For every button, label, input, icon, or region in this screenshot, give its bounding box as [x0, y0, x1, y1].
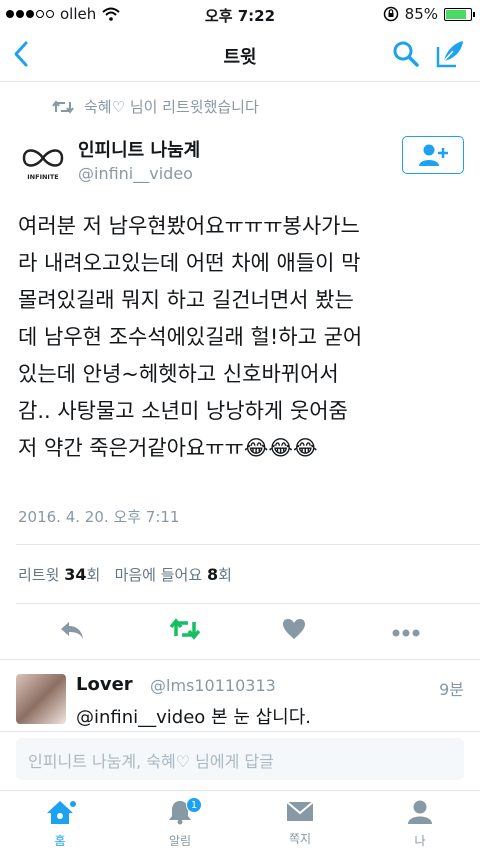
- reply-author-name[interactable]: Lover: [76, 674, 133, 695]
- heart-icon: [283, 619, 305, 639]
- notification-badge: 1: [186, 797, 202, 813]
- tweet-line: 라 내려오고있는데 어떤 차에 애들이 막: [18, 251, 361, 275]
- retweet-icon: [169, 618, 201, 640]
- like-stat-label: 마음에 들어요: [114, 566, 203, 584]
- tab-label: 홈: [54, 834, 66, 848]
- envelope-icon: [286, 801, 314, 821]
- home-unread-dot: [70, 801, 76, 807]
- tab-label: 쪽지: [288, 832, 312, 846]
- like-button[interactable]: [282, 618, 306, 644]
- tweet-line: 데 남우현 조수석에있길래 헐!하고 굳어: [18, 325, 363, 349]
- retweet-button[interactable]: [169, 618, 201, 644]
- tweet-line: 저 약간 죽은거같아요ㅠㅠ: [18, 436, 244, 460]
- more-button[interactable]: [392, 622, 420, 641]
- svg-text:INFINITE: INFINITE: [27, 173, 58, 181]
- reply-item[interactable]: Lover @lms10110313 9분 @infini__video 본 눈…: [0, 660, 480, 732]
- like-stat[interactable]: 마음에 들어요 8회: [114, 565, 232, 584]
- tweet-date: 2016. 4. 20. 오후 7:11: [18, 508, 180, 526]
- tweet-line: 감.. 사탕물고 소년미 낭낭하게 웃어줌: [18, 399, 348, 423]
- tab-me[interactable]: 나: [380, 799, 460, 849]
- battery-percent: 85%: [404, 5, 438, 23]
- nav-bar: 트윗: [0, 28, 480, 82]
- like-count: 8: [206, 565, 219, 584]
- follow-button[interactable]: [402, 136, 464, 174]
- tweet-line-last: 저 약간 죽은거같아요ㅠㅠ😂😂😂: [18, 430, 466, 467]
- emoji-group: 😂😂😂: [243, 436, 318, 460]
- tab-notifications[interactable]: 1 알림: [140, 797, 220, 849]
- tweet-actions: [0, 604, 480, 658]
- tweet-stats: 리트윗 34회 마음에 들어요 8회: [18, 564, 232, 585]
- author-name[interactable]: 인피니트 나눔계: [78, 136, 200, 162]
- add-user-icon: [419, 144, 448, 166]
- tab-messages[interactable]: 쪽지: [260, 799, 340, 847]
- count-suffix: 회: [86, 566, 101, 584]
- reply-text: @infini__video 본 눈 삽니다.: [76, 707, 312, 728]
- search-button[interactable]: [392, 40, 420, 72]
- tab-home[interactable]: 홈: [20, 799, 100, 849]
- status-bar: olleh 오후 7:22 85%: [0, 0, 480, 28]
- reply-time: 9분: [439, 680, 464, 699]
- tab-label: 알림: [168, 834, 192, 848]
- tweet-line: 몰려있길래 뭐지 하고 길건너면서 봤는: [18, 288, 354, 312]
- tab-bar: 홈 1 알림 쪽지 나: [0, 790, 480, 854]
- infinite-logo: INFINITE: [22, 149, 64, 181]
- person-icon: [408, 800, 432, 824]
- author-handle[interactable]: @infini__video: [78, 164, 193, 183]
- divider: [0, 731, 480, 732]
- reply-button[interactable]: [58, 618, 86, 646]
- tweet-author: INFINITE 인피니트 나눔계 @infini__video: [0, 130, 480, 190]
- reply-input[interactable]: 인피니트 나눔계, 숙혜♡ 님에게 답글: [16, 738, 464, 780]
- status-right: 85%: [383, 5, 475, 23]
- more-icon: [392, 629, 420, 637]
- reply-icon: [61, 622, 83, 639]
- divider: [16, 544, 480, 545]
- avatar[interactable]: [16, 674, 66, 724]
- author-avatar[interactable]: INFINITE: [16, 144, 70, 184]
- battery-icon: [444, 7, 475, 21]
- rotation-lock-icon: [383, 6, 398, 22]
- tweet-text: 여러분 저 남우현봤어요ㅠㅠㅠ봉사가느 라 내려오고있는데 어떤 차에 애들이 …: [18, 208, 466, 467]
- reply-author-handle: @lms10110313: [150, 676, 276, 695]
- tweet-line: 여러분 저 남우현봤어요ㅠㅠㅠ봉사가느: [18, 214, 360, 238]
- tweet-line: 있는데 안녕~헤헷하고 신호바뀌어서: [18, 362, 339, 386]
- retweet-icon: [52, 99, 74, 114]
- search-icon: [393, 41, 419, 67]
- retweet-stat-label: 리트윗: [18, 566, 60, 584]
- compose-icon: [436, 41, 463, 68]
- retweet-count: 34: [64, 565, 87, 584]
- tab-label: 나: [414, 834, 426, 848]
- retweet-stat[interactable]: 리트윗 34회: [18, 565, 101, 584]
- retweet-notice: 숙혜♡ 님이 리트윗했습니다: [52, 96, 259, 117]
- count-suffix: 회: [218, 566, 232, 584]
- retweet-notice-text: 숙혜♡ 님이 리트윗했습니다: [84, 98, 259, 116]
- compose-button[interactable]: [434, 39, 466, 73]
